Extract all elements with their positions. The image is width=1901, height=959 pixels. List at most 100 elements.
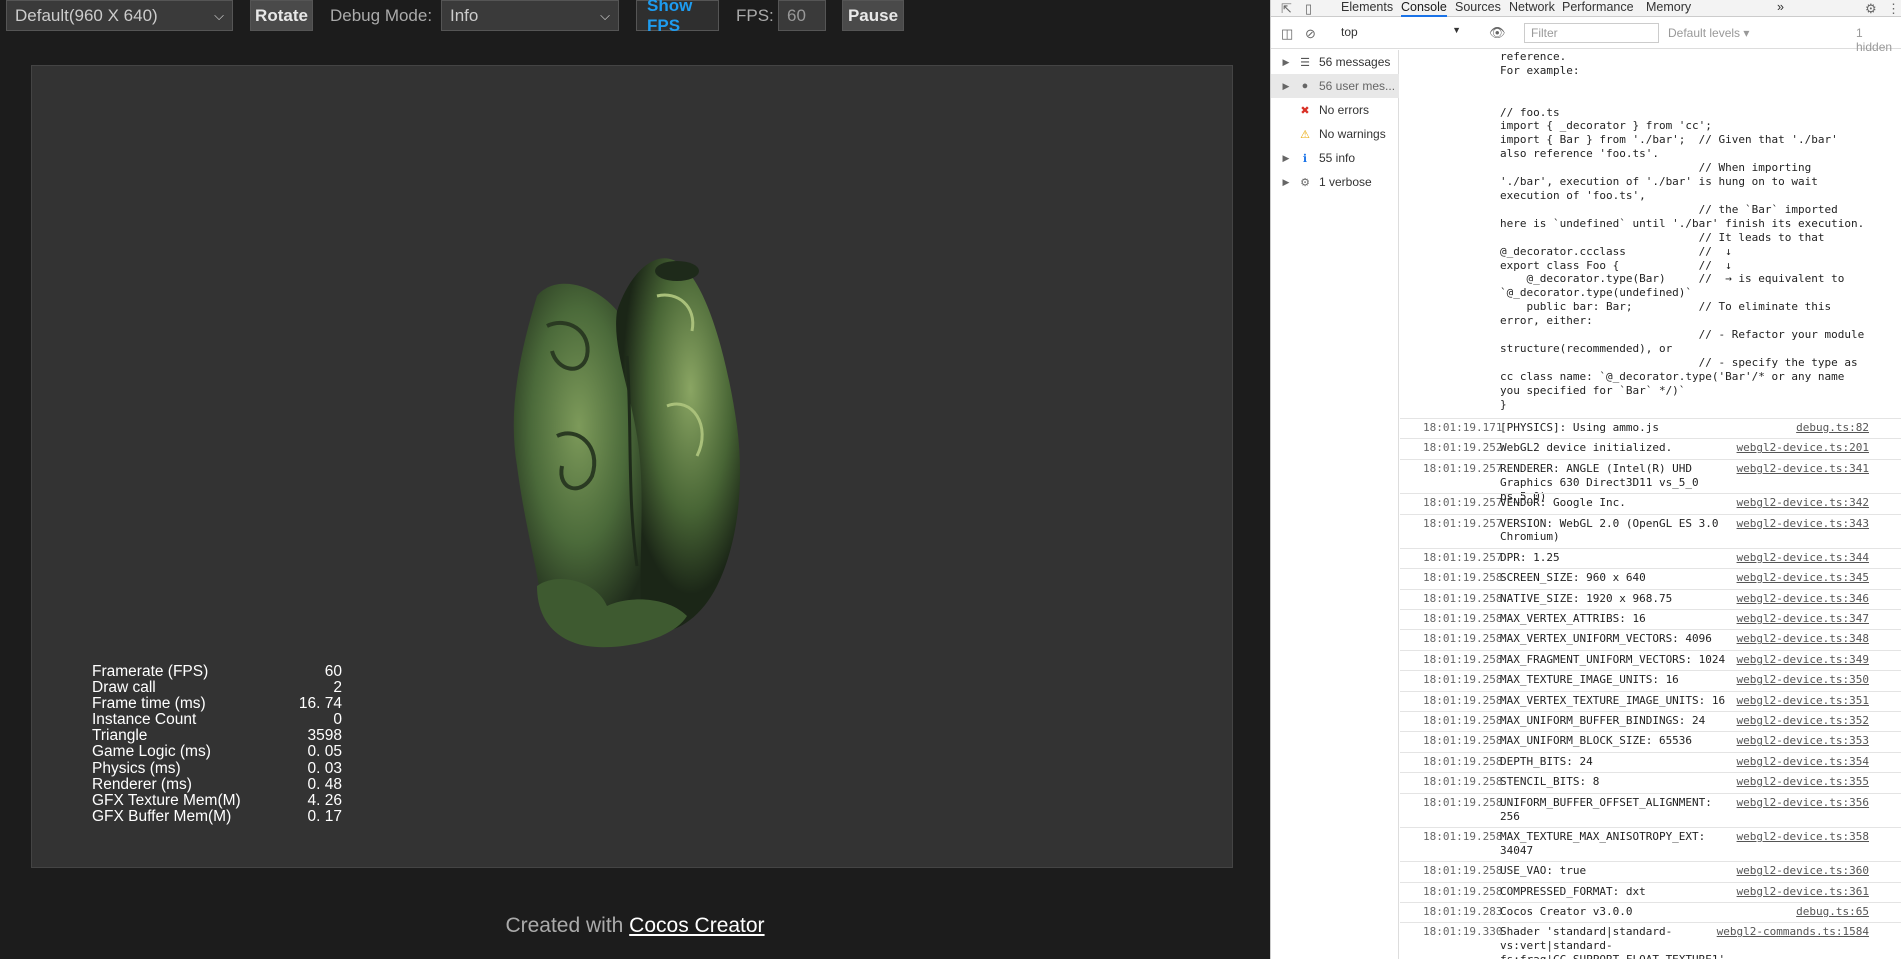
resolution-select[interactable]: Default(960 X 640) ⌵: [6, 0, 233, 31]
settings-gear-icon[interactable]: ⚙: [1865, 1, 1877, 17]
log-source-link[interactable]: debug.ts:65: [1796, 905, 1869, 919]
rotate-button[interactable]: Rotate: [250, 0, 313, 31]
sidebar-item-label: 56 user mes...: [1319, 79, 1396, 93]
log-source-link[interactable]: debug.ts:82: [1796, 421, 1869, 435]
log-source-link[interactable]: webgl2-device.ts:360: [1737, 864, 1869, 878]
debug-mode-value: Info: [450, 5, 479, 25]
log-message: MAX_FRAGMENT_UNIFORM_VECTORS: 1024: [1500, 652, 1726, 666]
log-timestamp: 18:01:19.258: [1423, 829, 1503, 843]
log-source-link[interactable]: webgl2-device.ts:341: [1737, 462, 1869, 476]
log-source-link[interactable]: webgl2-device.ts:343: [1737, 517, 1869, 531]
stats-row: Physics (ms) 0. 03: [92, 760, 342, 777]
sidebar-item-warning[interactable]: ⚠ No warnings: [1271, 122, 1399, 146]
log-message: [PHYSICS]: Using ammo.js: [1500, 421, 1659, 434]
fps-input[interactable]: 60: [778, 0, 826, 31]
tab-performance[interactable]: Performance: [1562, 0, 1634, 14]
log-source-link[interactable]: webgl2-device.ts:201: [1737, 441, 1869, 455]
tab-elements[interactable]: Elements: [1341, 0, 1393, 14]
filter-input[interactable]: Filter: [1524, 23, 1659, 43]
console-log-row: 18:01:19.171 [PHYSICS]: Using ammo.js debu…: [1400, 418, 1901, 438]
log-source-link[interactable]: webgl2-device.ts:358: [1737, 830, 1869, 844]
log-message: MAX_TEXTURE_IMAGE_UNITS: 16: [1500, 673, 1679, 687]
log-timestamp: 18:01:19.258: [1423, 775, 1503, 789]
resolution-value: Default(960 X 640): [15, 5, 158, 25]
inspect-element-icon[interactable]: ⇱: [1281, 1, 1292, 17]
sidebar-toggle-icon[interactable]: ◫: [1281, 26, 1293, 42]
log-source-link[interactable]: webgl2-device.ts:345: [1737, 571, 1869, 585]
log-message: MAX_TEXTURE_MAX_ANISOTROPY_EXT: 34047: [1500, 829, 1706, 857]
log-source-link[interactable]: webgl2-device.ts:350: [1737, 673, 1869, 687]
sidebar-item-user[interactable]: ▶ ● 56 user mes...: [1271, 74, 1399, 98]
pause-button[interactable]: Pause: [842, 0, 904, 31]
console-log-row: 18:01:19.258 UNIFORM_BUFFER_OFFSET_ALIGNM…: [1400, 792, 1901, 827]
tab-network[interactable]: Network: [1509, 0, 1555, 14]
log-source-link[interactable]: webgl2-device.ts:344: [1737, 551, 1869, 565]
cocos-creator-link[interactable]: Cocos Creator: [629, 914, 764, 937]
expand-arrow-icon[interactable]: ▶: [1279, 177, 1293, 188]
log-message: USE_VAO: true: [1500, 864, 1587, 878]
log-source-link[interactable]: webgl2-device.ts:342: [1737, 496, 1869, 510]
show-fps-button[interactable]: Show FPS: [636, 0, 719, 35]
expand-arrow-icon[interactable]: ▶: [1279, 153, 1293, 164]
log-source-link[interactable]: webgl2-device.ts:356: [1737, 796, 1869, 810]
console-log-row: 18:01:19.257 VENDOR: Google Inc. webgl2-de…: [1400, 493, 1901, 513]
log-source-link[interactable]: webgl2-device.ts:351: [1737, 694, 1869, 708]
console-log-row: 18:01:19.283 Cocos Creator v3.0.0 debug.ts…: [1400, 902, 1901, 922]
stats-label: Triangle: [92, 727, 148, 745]
log-levels-select[interactable]: Default levels ▾: [1668, 26, 1749, 40]
log-source-link[interactable]: webgl2-commands.ts:1584: [1717, 925, 1869, 939]
log-source-link[interactable]: webgl2-device.ts:347: [1737, 612, 1869, 626]
log-timestamp: 18:01:19.258: [1423, 795, 1503, 809]
game-preview: Default(960 X 640) ⌵ Rotate Debug Mode: …: [0, 0, 1270, 959]
expand-arrow-icon[interactable]: ▶: [1279, 57, 1293, 68]
device-toolbar-icon[interactable]: ▯: [1305, 1, 1312, 17]
log-source-link[interactable]: webgl2-device.ts:352: [1737, 714, 1869, 728]
console-log-row: 18:01:19.258 MAX_VERTEX_UNIFORM_VECTORS: …: [1400, 629, 1901, 649]
more-tabs-icon[interactable]: »: [1777, 0, 1784, 14]
debug-mode-select[interactable]: Info ⌵: [441, 0, 619, 31]
console-log-row: 18:01:19.258 MAX_UNIFORM_BLOCK_SIZE: 6553…: [1400, 731, 1901, 751]
log-source-link[interactable]: webgl2-device.ts:349: [1737, 653, 1869, 667]
log-source-link[interactable]: webgl2-device.ts:348: [1737, 632, 1869, 646]
debug-mode-label: Debug Mode:: [330, 5, 433, 25]
eye-icon[interactable]: 👁: [1489, 25, 1506, 41]
tab-console[interactable]: Console: [1401, 0, 1447, 17]
log-timestamp: 18:01:19.257: [1423, 516, 1503, 530]
jade-sculpture-model: [513, 258, 741, 648]
sidebar-item-verbose[interactable]: ▶ ⚙ 1 verbose: [1271, 170, 1399, 194]
footer-text: Created with: [505, 914, 630, 937]
stats-label: Game Logic (ms): [92, 743, 211, 761]
log-timestamp: 18:01:19.258: [1423, 571, 1503, 585]
log-message: DEPTH_BITS: 24: [1500, 754, 1593, 768]
log-timestamp: 18:01:19.330: [1423, 925, 1503, 939]
console-toolbar: ◫ ⊘ top ▼ 👁 Filter Default levels ▾ 1 hi…: [1271, 17, 1901, 54]
tab-sources[interactable]: Sources: [1455, 0, 1501, 14]
clear-console-icon[interactable]: ⊘: [1305, 26, 1316, 42]
log-message: UNIFORM_BUFFER_OFFSET_ALIGNMENT: 256: [1500, 795, 1712, 823]
sidebar-item-list[interactable]: ▶ ☰ 56 messages: [1271, 50, 1399, 74]
console-log-row: 18:01:19.258 SCREEN_SIZE: 960 x 640 webgl2…: [1400, 568, 1901, 588]
sidebar-item-info[interactable]: ▶ ℹ 55 info: [1271, 146, 1399, 170]
log-source-link[interactable]: webgl2-device.ts:361: [1737, 885, 1869, 899]
context-select[interactable]: top ▼: [1341, 25, 1461, 42]
devtools-panel: ⇱ ▯ Elements Console Sources Network Perform…: [1270, 0, 1901, 959]
log-source-link[interactable]: webgl2-device.ts:353: [1737, 734, 1869, 748]
log-source-link[interactable]: webgl2-device.ts:354: [1737, 755, 1869, 769]
sidebar-item-error[interactable]: ✖ No errors: [1271, 98, 1399, 122]
sidebar-item-label: 1 verbose: [1319, 175, 1372, 189]
sidebar-item-label: 56 messages: [1319, 55, 1391, 69]
log-timestamp: 18:01:19.252: [1423, 441, 1503, 455]
expand-arrow-icon[interactable]: ▶: [1279, 81, 1293, 92]
stats-label: Frame time (ms): [92, 695, 206, 713]
console-log-row: 18:01:19.257 DPR: 1.25 webgl2-device.ts:34…: [1400, 547, 1901, 568]
game-canvas[interactable]: Framerate (FPS) 60 Draw call 2 Frame time (m…: [31, 65, 1233, 868]
stats-value: 3598: [307, 727, 342, 745]
log-source-link[interactable]: webgl2-device.ts:346: [1737, 592, 1869, 606]
stats-value: 60: [324, 663, 342, 680]
log-source-link[interactable]: webgl2-device.ts:355: [1737, 775, 1869, 789]
context-value: top: [1341, 25, 1358, 39]
more-options-icon[interactable]: ⋮: [1887, 1, 1900, 17]
chevron-down-icon: ⌵: [214, 7, 224, 23]
tab-memory[interactable]: Memory: [1646, 0, 1691, 14]
log-message: DPR: 1.25: [1500, 550, 1560, 564]
